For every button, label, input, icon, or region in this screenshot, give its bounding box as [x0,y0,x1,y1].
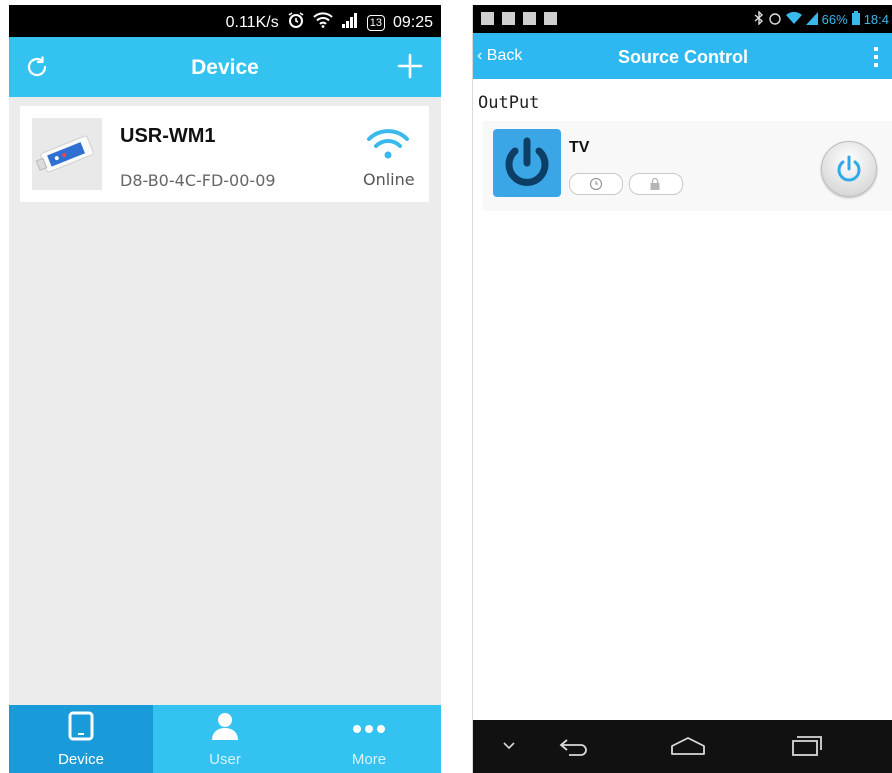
recent-apps-icon[interactable] [789,732,823,765]
notification-icons [481,12,557,25]
tab-label: User [209,751,241,768]
back-arrow-icon[interactable] [557,732,591,765]
alarm-icon [287,11,305,34]
battery-percent: 66% [821,12,848,27]
battery-icon [851,11,860,28]
wifi-icon [785,11,802,28]
power-toggle-button[interactable] [821,141,877,197]
status-bar: 66% 18:4 [473,5,892,33]
tab-device[interactable]: Device [9,705,153,773]
bluetooth-icon [754,10,764,28]
device-list-item[interactable]: USR-WM1 D8-B0-4C-FD-00-09 Online [20,106,429,202]
person-icon [210,711,240,746]
image-notification-icon [481,12,494,25]
alarm-icon [768,11,782,28]
app-notification-icon [502,12,515,25]
device-list-screen: 0.11K/s 13 09:25 Device USR-WM1 D8-B0-4C… [9,5,441,773]
title-bar: Device [9,37,441,97]
tab-label: More [351,751,387,768]
clock-icon [589,177,603,196]
tab-label: Device [58,751,104,768]
page-title: Source Control [617,47,748,67]
tablet-icon [68,711,94,746]
power-icon [835,154,863,189]
output-list-item[interactable]: TV [483,121,892,211]
wifi-icon [313,12,333,33]
more-dots-icon [352,721,386,739]
device-thumbnail [32,118,102,190]
network-speed: 0.11K/s [225,13,279,31]
tab-more[interactable]: More [297,705,441,773]
device-status: Online [363,170,415,189]
power-icon [493,129,561,197]
clock-time: 09:25 [392,13,433,31]
lock-icon [649,177,661,196]
gallery-notification-icon [523,12,536,25]
output-name: TV [569,139,590,156]
title-bar: ‹ Back Source Control [473,33,892,79]
status-bar: 0.11K/s 13 09:25 [9,5,441,37]
overflow-menu-icon[interactable] [873,46,879,68]
source-control-screen: 66% 18:4 ‹ Back Source Control OutPut TV [472,5,892,773]
bottom-tab-bar: Device User More [9,705,441,773]
cat-notification-icon [544,12,557,25]
home-icon[interactable] [669,732,707,765]
tab-user[interactable]: User [153,705,297,773]
device-name: USR-WM1 [120,125,216,147]
signal-bars-icon [341,12,359,33]
lock-button[interactable] [629,173,683,195]
timer-button[interactable] [569,173,623,195]
section-heading: OutPut [478,93,540,113]
system-nav-bar [473,720,892,773]
clock-time: 18:4 [863,12,889,27]
signal-bars-icon [805,11,818,28]
plus-icon[interactable] [397,53,423,79]
battery-indicator: 13 [366,14,385,31]
chevron-down-icon[interactable] [501,732,517,765]
wifi-icon [366,128,410,160]
page-title: Device [191,56,259,79]
device-mac-address: D8-B0-4C-FD-00-09 [120,171,276,190]
